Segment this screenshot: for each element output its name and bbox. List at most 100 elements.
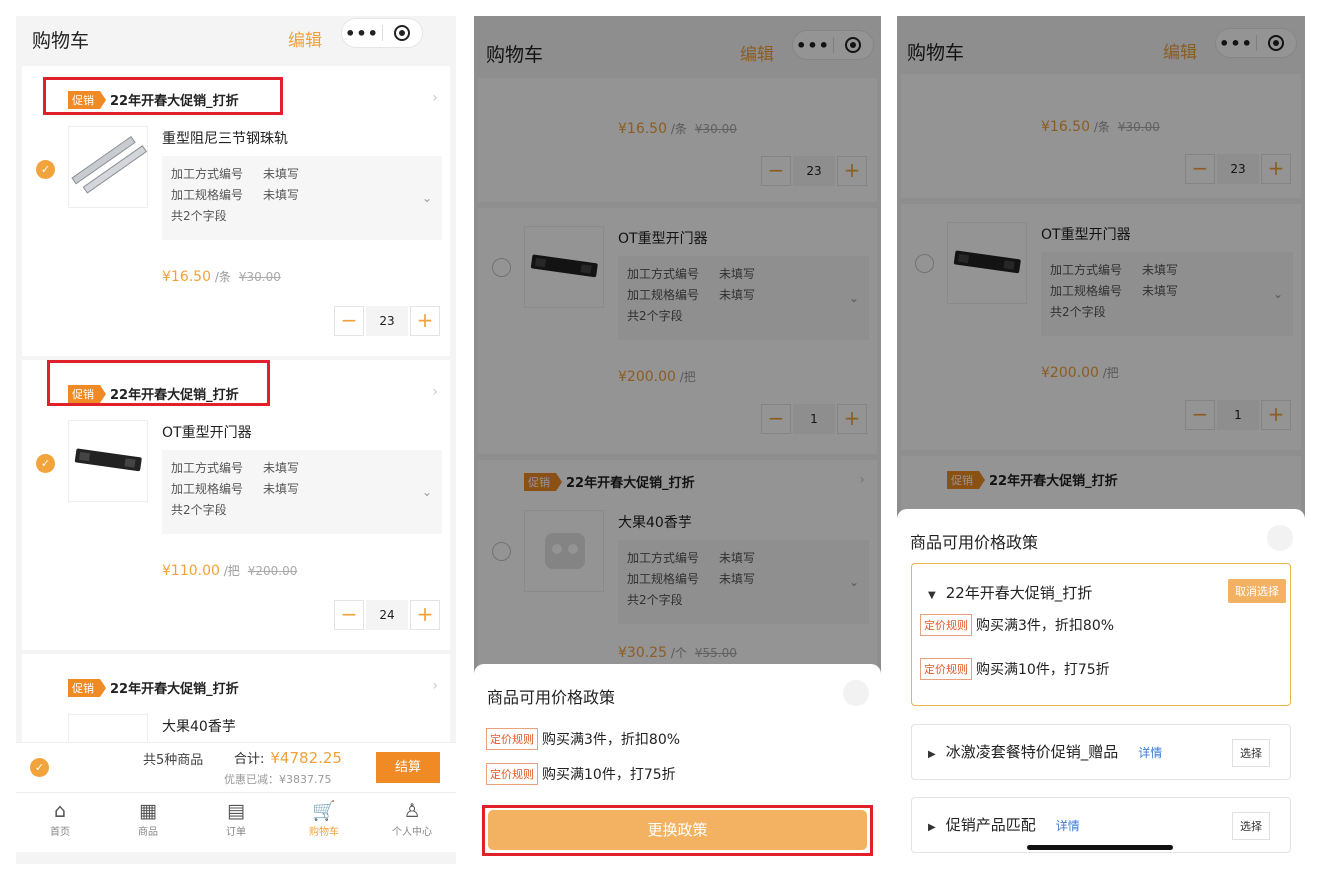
increase-button[interactable]: +	[410, 600, 440, 630]
product-name[interactable]: 重型阻尼三节钢珠轨	[162, 128, 288, 148]
sheet-title: 商品可用价格政策	[487, 688, 616, 707]
highlight-box	[482, 805, 873, 856]
chevron-down-icon[interactable]: ⌄	[422, 188, 432, 209]
edit-button[interactable]: 编辑	[288, 26, 322, 51]
checkout-bar: ✓ 共5种商品 合计: ¥4782.25 优惠已减：¥3837.75 结算	[16, 742, 456, 792]
rule-text: 购买满3件，折扣80%	[976, 618, 1115, 634]
rule-tag: 定价规则	[920, 614, 972, 636]
attr-label: 加工规格编号	[171, 482, 244, 496]
current-price: ¥110.00	[162, 563, 220, 579]
detail-link[interactable]: 详情	[1056, 819, 1080, 833]
close-button[interactable]	[843, 680, 869, 706]
attr-value: 未填写	[263, 482, 300, 496]
product-name[interactable]: 大果40香芋	[162, 716, 236, 736]
original-price: ¥200.00	[247, 564, 298, 578]
chevron-right-icon[interactable]: ›	[432, 384, 438, 400]
quantity-stepper: − 24 +	[334, 600, 440, 630]
tab-label: 首页	[50, 827, 70, 838]
promo-name: 22年开春大促销_打折	[110, 682, 239, 697]
total-amount: 合计: ¥4782.25	[234, 748, 342, 767]
policy-option[interactable]: ▶ 冰激凌套餐特价促销_赠品 详情 选择	[911, 724, 1291, 780]
policy-name: 冰激凌套餐特价促销_赠品	[945, 743, 1119, 761]
highlight-box	[47, 360, 270, 406]
decrease-button[interactable]: −	[334, 600, 364, 630]
attr-value: 未填写	[263, 167, 300, 181]
pricing-rule: 定价规则 购买满3件，折扣80%	[486, 728, 680, 750]
pricing-rule: 定价规则 购买满10件，打75折	[486, 763, 676, 785]
grid-search-icon: ▦	[139, 800, 157, 822]
cart-item-card: 促销 22年开春大促销_打折 › 大果40香芋	[22, 654, 450, 744]
item-checkbox[interactable]: ✓	[36, 160, 55, 179]
increase-button[interactable]: +	[410, 306, 440, 336]
cart-screen-3: 购物车 编辑 ••• ¥16.50 /条 ¥30.00 − 23 + OT重型开…	[897, 16, 1305, 864]
caret-right-icon[interactable]: ▶	[928, 822, 936, 833]
pricing-rule: 定价规则 购买满10件，打75折	[920, 658, 1110, 680]
user-icon: ♙	[403, 800, 421, 822]
cart-icon: 🛒	[312, 800, 336, 822]
caret-right-icon[interactable]: ▶	[928, 749, 936, 760]
rule-text: 购买满10件，打75折	[976, 662, 1110, 678]
rule-tag: 定价规则	[486, 728, 538, 750]
checkout-button[interactable]: 结算	[376, 752, 440, 783]
product-image[interactable]	[68, 126, 148, 208]
chevron-right-icon[interactable]: ›	[432, 90, 438, 106]
decrease-button[interactable]: −	[334, 306, 364, 336]
tab-label: 订单	[226, 827, 246, 838]
cart-screen-1: 购物车 编辑 ••• 促销 22年开春大促销_打折 › ✓ 重型阻尼三节钢珠轨 …	[16, 16, 456, 864]
tab-products[interactable]: ▦ 商品	[104, 793, 192, 852]
close-button[interactable]	[1267, 525, 1293, 551]
cart-screen-2: 购物车 编辑 ••• ¥16.50 /条 ¥30.00 − 23 + OT重型开…	[474, 16, 881, 864]
price-policy-sheet: 商品可用价格政策 ▼ 22年开春大促销_打折 取消选择 定价规则 购买满3件，折扣…	[897, 509, 1305, 864]
nav-bar: 购物车 编辑 •••	[16, 16, 456, 66]
rule-text: 购买满10件，打75折	[542, 767, 676, 783]
product-name[interactable]: OT重型开门器	[162, 422, 252, 442]
price-unit: /条	[211, 270, 231, 284]
policy-name: 促销产品匹配	[945, 816, 1036, 834]
total-value: ¥4782.25	[270, 749, 342, 767]
product-image[interactable]	[68, 714, 148, 744]
quantity-input[interactable]: 23	[366, 306, 408, 336]
close-mini-program-button[interactable]	[383, 25, 422, 41]
product-attributes[interactable]: 加工方式编号 未填写 加工规格编号 未填写 共2个字段 ⌄	[162, 156, 442, 240]
item-checkbox[interactable]: ✓	[36, 454, 55, 473]
select-all-checkbox[interactable]: ✓	[30, 758, 49, 777]
policy-name: 22年开春大促销_打折	[945, 584, 1093, 602]
attr-label: 加工方式编号	[171, 461, 244, 475]
policy-title: ▶ 促销产品匹配 详情	[928, 814, 1080, 835]
target-icon	[394, 25, 411, 41]
tab-orders[interactable]: ▤ 订单	[192, 793, 280, 852]
tab-label: 个人中心	[392, 827, 432, 838]
price-policy-sheet: 商品可用价格政策 定价规则 购买满3件，折扣80% 定价规则 购买满10件，打7…	[474, 664, 881, 864]
product-image[interactable]	[68, 420, 148, 502]
product-attributes[interactable]: 加工方式编号 未填写 加工规格编号 未填写 共2个字段 ⌄	[162, 450, 442, 534]
detail-link[interactable]: 详情	[1138, 746, 1162, 760]
cancel-selection-button[interactable]: 取消选择	[1228, 579, 1286, 603]
original-price: ¥30.00	[238, 270, 281, 284]
promo-header[interactable]: 促销 22年开春大促销_打折	[68, 678, 239, 697]
caret-down-icon[interactable]: ▼	[928, 590, 936, 601]
tab-profile[interactable]: ♙ 个人中心	[368, 793, 456, 852]
page-title: 购物车	[32, 30, 90, 52]
price: ¥16.50 /条 ¥30.00	[162, 268, 281, 285]
price: ¥110.00 /把 ¥200.00	[162, 562, 297, 579]
rule-text: 购买满3件，折扣80%	[542, 732, 681, 748]
total-label: 合计:	[234, 752, 265, 767]
policy-option-selected[interactable]: ▼ 22年开春大促销_打折 取消选择 定价规则 购买满3件，折扣80% 定价规则 …	[911, 563, 1291, 706]
promo-tag: 促销	[68, 678, 106, 697]
policy-title: ▼ 22年开春大促销_打折	[928, 582, 1092, 603]
attr-label: 加工规格编号	[171, 188, 244, 202]
chevron-down-icon[interactable]: ⌄	[422, 482, 432, 503]
chevron-right-icon[interactable]: ›	[432, 678, 438, 694]
select-button[interactable]: 选择	[1232, 812, 1270, 840]
price-unit: /把	[219, 564, 240, 578]
quantity-input[interactable]: 24	[366, 600, 408, 630]
select-button[interactable]: 选择	[1232, 739, 1270, 767]
attr-value: 未填写	[263, 188, 300, 202]
tab-home[interactable]: ⌂ 首页	[16, 793, 104, 852]
attr-value: 未填写	[263, 461, 300, 475]
tab-cart[interactable]: 🛒 购物车	[280, 793, 368, 852]
tab-bar: ⌂ 首页 ▦ 商品 ▤ 订单 🛒 购物车 ♙ 个人中心	[16, 792, 456, 852]
more-icon[interactable]: •••	[342, 24, 382, 43]
home-indicator	[1027, 845, 1173, 850]
home-icon: ⌂	[53, 800, 67, 822]
